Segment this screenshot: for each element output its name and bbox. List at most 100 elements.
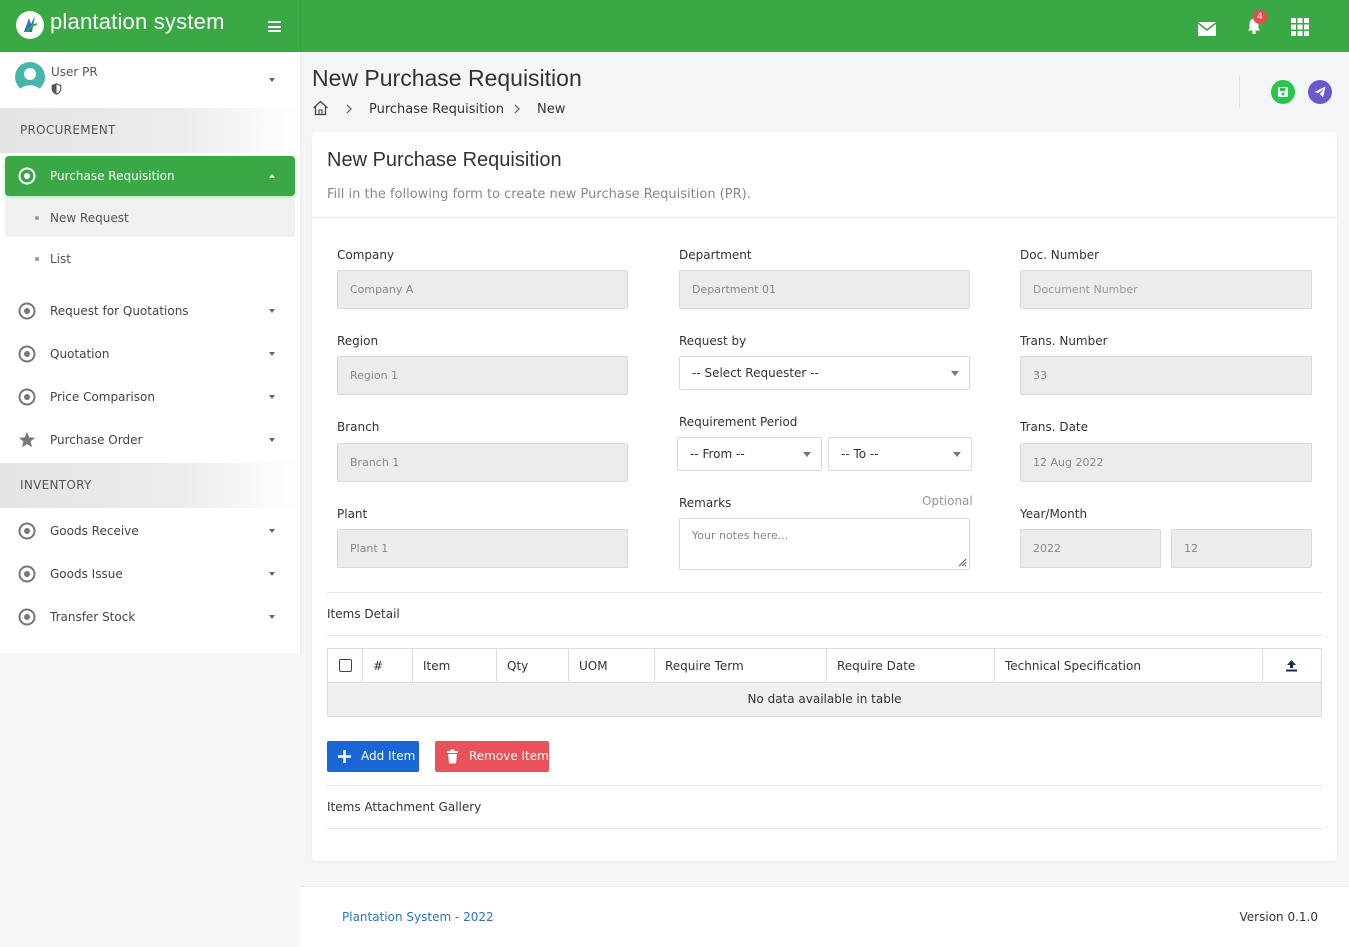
- column-header[interactable]: Require Date: [827, 649, 995, 682]
- sidebar-item-label: Quotation: [50, 347, 110, 361]
- chevron-down-icon: [269, 615, 275, 619]
- header-divider: [1239, 75, 1240, 108]
- branch-label: Branch: [337, 420, 380, 434]
- divider: [312, 217, 1337, 218]
- trans-number-label: Trans. Number: [1020, 334, 1108, 348]
- upload-cell: [1263, 649, 1321, 682]
- notification-badge: 4: [1253, 10, 1267, 24]
- optional-hint: Optional: [922, 494, 973, 508]
- menu-toggle-icon[interactable]: [268, 21, 281, 32]
- sidebar-item-goods-receive[interactable]: Goods Receive: [5, 511, 295, 551]
- sidebar-item-price-comparison[interactable]: Price Comparison: [5, 377, 295, 417]
- target-icon: [18, 345, 36, 363]
- target-icon: [18, 302, 36, 320]
- chevron-down-icon: [269, 309, 275, 313]
- company-label: Company: [337, 248, 395, 262]
- period-from-select[interactable]: -- From --: [677, 437, 822, 471]
- chevron-up-icon: [269, 174, 275, 178]
- sidebar: User PR PROCUREMENT Purchase Requisition…: [0, 52, 300, 653]
- request-by-select[interactable]: -- Select Requester --: [679, 356, 970, 390]
- year-month-label: Year/Month: [1020, 507, 1088, 521]
- breadcrumb-purchase-requisition[interactable]: Purchase Requisition: [369, 102, 504, 117]
- section-inventory: INVENTORY: [0, 463, 300, 508]
- upload-icon[interactable]: [1285, 659, 1298, 672]
- app-logo-icon: [16, 11, 44, 39]
- remove-item-button[interactable]: Remove Item: [435, 741, 549, 772]
- chevron-down-icon: [951, 371, 959, 376]
- column-header[interactable]: Qty: [497, 649, 569, 682]
- target-icon: [18, 167, 36, 185]
- target-icon: [18, 522, 36, 540]
- sidebar-item-request-for-quotations[interactable]: Request for Quotations: [5, 291, 295, 331]
- table-header: # Item Qty UOM Require Term Require Date…: [328, 649, 1321, 683]
- divider: [327, 785, 1322, 786]
- doc-number-label: Doc. Number: [1020, 248, 1100, 262]
- remarks-placeholder: Your notes here...: [692, 529, 789, 542]
- target-icon: [18, 608, 36, 626]
- column-header[interactable]: Item: [413, 649, 497, 682]
- sidebar-item-label: Request for Quotations: [50, 304, 189, 318]
- sidebar-item-purchase-order[interactable]: Purchase Order: [5, 420, 295, 460]
- chevron-right-icon: [514, 104, 520, 114]
- remove-item-label: Remove Item: [469, 749, 549, 763]
- column-header[interactable]: Technical Specification: [995, 649, 1263, 682]
- period-from-value: -- From --: [690, 447, 745, 461]
- user-name: User PR: [51, 65, 98, 79]
- brand: plantation system: [0, 0, 300, 52]
- sidebar-subitem-list[interactable]: List: [5, 240, 295, 278]
- trans-date-label: Trans. Date: [1020, 420, 1089, 434]
- target-icon: [18, 565, 36, 583]
- sidebar-subitem-label: List: [50, 252, 71, 266]
- footer-copyright-link[interactable]: Plantation System - 2022: [342, 910, 494, 924]
- sidebar-filler: [0, 653, 300, 947]
- requirement-period-label: Requirement Period: [679, 415, 798, 429]
- user-panel[interactable]: User PR: [0, 52, 300, 108]
- home-icon[interactable]: [312, 100, 329, 116]
- sidebar-item-label: Transfer Stock: [50, 610, 136, 624]
- target-icon: [18, 388, 36, 406]
- chevron-down-icon: [269, 352, 275, 356]
- divider: [327, 828, 1322, 829]
- plant-label: Plant: [337, 507, 368, 521]
- column-header[interactable]: UOM: [569, 649, 655, 682]
- bullet-icon: [35, 216, 39, 220]
- card-title: New Purchase Requisition: [327, 149, 562, 171]
- chevron-down-icon: [269, 572, 275, 576]
- sidebar-subitem-new-request[interactable]: New Request: [5, 199, 295, 237]
- period-to-value: -- To --: [841, 447, 879, 461]
- save-button[interactable]: [1271, 80, 1295, 104]
- avatar: [15, 62, 45, 92]
- sidebar-item-label: Goods Receive: [50, 524, 139, 538]
- department-label: Department: [679, 248, 752, 262]
- select-all-checkbox[interactable]: [339, 659, 352, 672]
- save-icon: [1278, 87, 1288, 97]
- remarks-label: Remarks: [679, 496, 732, 510]
- mail-icon[interactable]: [1197, 20, 1217, 38]
- sidebar-item-goods-issue[interactable]: Goods Issue: [5, 554, 295, 594]
- sidebar-item-purchase-requisition[interactable]: Purchase Requisition: [5, 156, 295, 196]
- apps-grid-icon[interactable]: [1291, 18, 1309, 36]
- department-field: Department 01: [679, 270, 970, 309]
- footer-version: Version 0.1.0: [1239, 910, 1318, 924]
- doc-number-field: Document Number: [1020, 270, 1312, 309]
- chevron-down-icon: [953, 452, 961, 457]
- sidebar-item-transfer-stock[interactable]: Transfer Stock: [5, 597, 295, 637]
- paper-plane-icon: [1314, 86, 1326, 98]
- chevron-right-icon: [346, 104, 352, 114]
- divider: [327, 592, 1322, 593]
- page-title: New Purchase Requisition: [312, 65, 582, 91]
- add-item-button[interactable]: Add Item: [327, 741, 419, 772]
- column-header[interactable]: #: [363, 649, 413, 682]
- submit-button[interactable]: [1308, 80, 1332, 104]
- shield-icon: [51, 83, 62, 95]
- star-icon: [19, 432, 35, 448]
- resize-handle-icon[interactable]: [957, 557, 967, 567]
- chevron-down-icon: [269, 78, 275, 82]
- branch-field: Branch 1: [337, 443, 628, 482]
- period-to-select[interactable]: -- To --: [828, 437, 972, 471]
- remarks-textarea[interactable]: Your notes here...: [679, 518, 970, 570]
- table-empty-row: No data available in table: [328, 683, 1321, 716]
- sidebar-item-quotation[interactable]: Quotation: [5, 334, 295, 374]
- column-header[interactable]: Require Term: [655, 649, 827, 682]
- items-table: # Item Qty UOM Require Term Require Date…: [327, 648, 1322, 717]
